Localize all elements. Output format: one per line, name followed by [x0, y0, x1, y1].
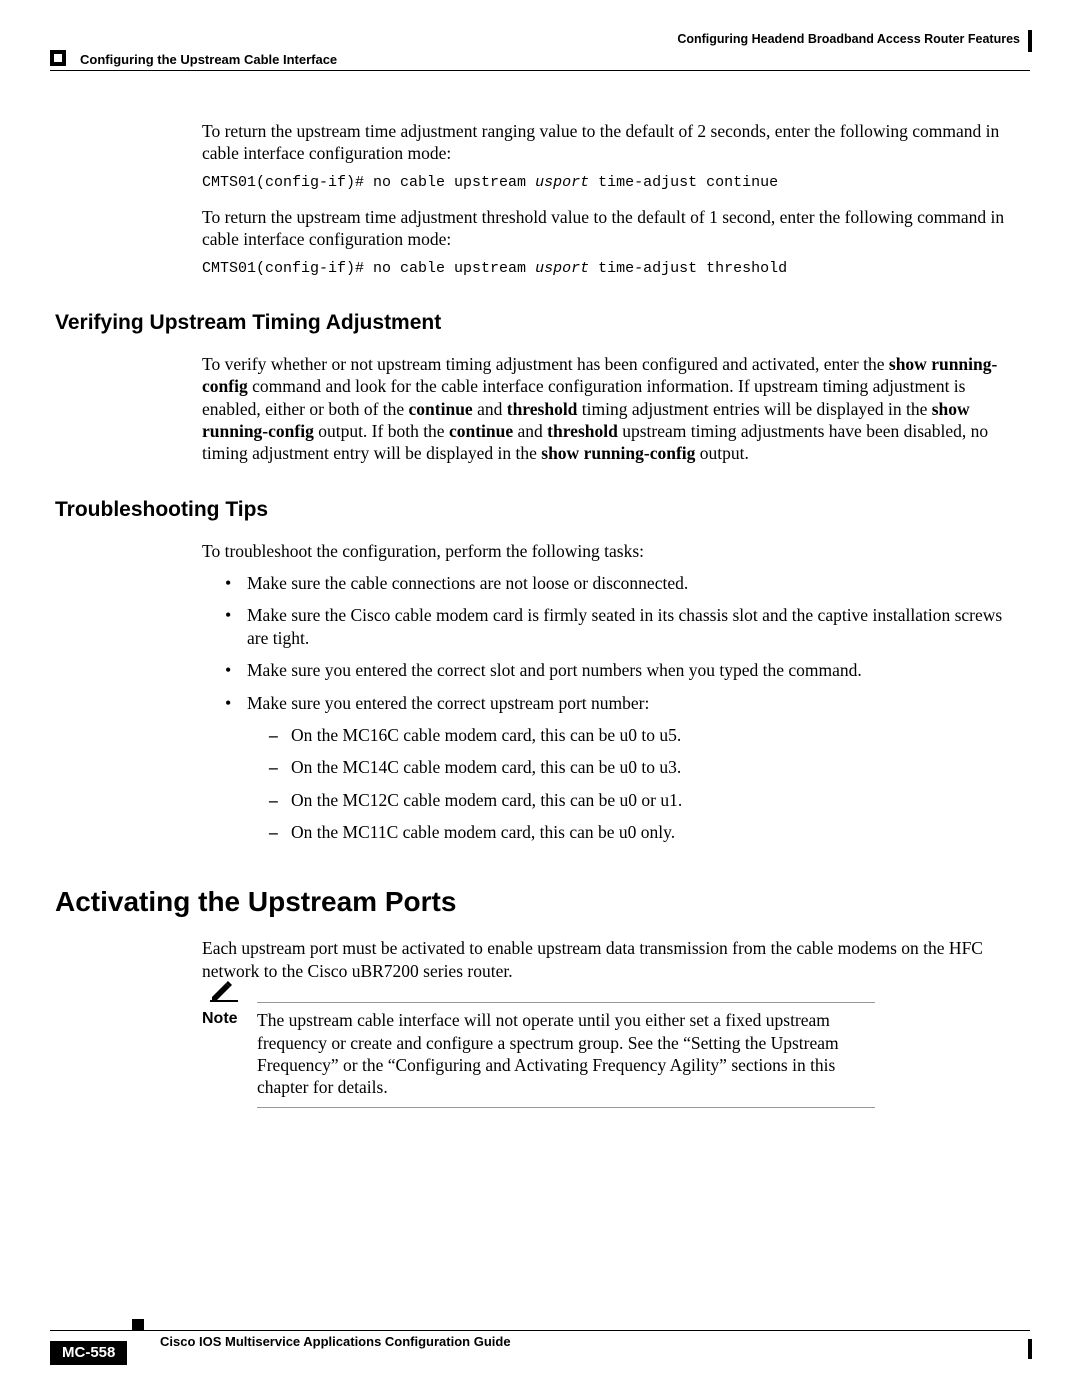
- paragraph: To return the upstream time adjustment t…: [202, 206, 1025, 251]
- header-rule-end: [1028, 30, 1032, 52]
- paragraph: To verify whether or not upstream timing…: [202, 353, 1025, 465]
- note-rule: [257, 1002, 875, 1003]
- sub-bullet-list: On the MC16C cable modem card, this can …: [269, 724, 1025, 844]
- footer-rule: Cisco IOS Multiservice Applications Conf…: [50, 1330, 1030, 1365]
- heading-2: Troubleshooting Tips: [55, 497, 1025, 524]
- cli-arg: usport: [535, 260, 589, 277]
- sub-bullet-item: On the MC14C cable modem card, this can …: [269, 756, 1025, 778]
- section-title: Configuring the Upstream Cable Interface: [80, 52, 337, 67]
- paragraph: To return the upstream time adjustment r…: [202, 120, 1025, 165]
- cli-command: CMTS01(config-if)# no cable upstream usp…: [202, 259, 1025, 278]
- header-bullet-icon: [50, 50, 66, 66]
- chapter-title: Configuring Headend Broadband Access Rou…: [677, 32, 1030, 46]
- page-header: Configuring Headend Broadband Access Rou…: [50, 34, 1030, 71]
- page: Configuring Headend Broadband Access Rou…: [0, 0, 1080, 1397]
- bullet-item: Make sure you entered the correct upstre…: [225, 692, 1025, 844]
- cli-prefix: CMTS01(config-if)# no cable upstream: [202, 260, 535, 277]
- note-label: Note: [202, 1009, 257, 1099]
- note-rule: [257, 1107, 875, 1108]
- page-content: To return the upstream time adjustment r…: [55, 120, 1025, 1108]
- footer-rule-end: [1028, 1339, 1032, 1359]
- bullet-list: Make sure the cable connections are not …: [225, 572, 1025, 844]
- heading-2: Verifying Upstream Timing Adjustment: [55, 310, 1025, 337]
- paragraph: Each upstream port must be activated to …: [202, 937, 1025, 982]
- note-pencil-icon: [210, 980, 238, 1002]
- book-title: Cisco IOS Multiservice Applications Conf…: [160, 1330, 511, 1349]
- sub-bullet-item: On the MC16C cable modem card, this can …: [269, 724, 1025, 746]
- page-number: MC-558: [50, 1341, 127, 1365]
- cli-suffix: time-adjust continue: [589, 174, 778, 191]
- note-body: The upstream cable interface will not op…: [257, 1009, 875, 1099]
- footer-bullet-icon: [132, 1319, 144, 1331]
- sub-bullet-item: On the MC12C cable modem card, this can …: [269, 789, 1025, 811]
- sub-bullet-item: On the MC11C cable modem card, this can …: [269, 821, 1025, 843]
- bullet-item: Make sure you entered the correct slot a…: [225, 659, 1025, 681]
- page-footer: Cisco IOS Multiservice Applications Conf…: [50, 1330, 1030, 1365]
- cli-prefix: CMTS01(config-if)# no cable upstream: [202, 174, 535, 191]
- note-block: Note The upstream cable interface will n…: [202, 1002, 1025, 1108]
- cli-command: CMTS01(config-if)# no cable upstream usp…: [202, 173, 1025, 192]
- cli-suffix: time-adjust threshold: [589, 260, 787, 277]
- bullet-item: Make sure the cable connections are not …: [225, 572, 1025, 594]
- bullet-item: Make sure the Cisco cable modem card is …: [225, 604, 1025, 649]
- cli-arg: usport: [535, 174, 589, 191]
- paragraph: To troubleshoot the configuration, perfo…: [202, 540, 1025, 562]
- heading-1: Activating the Upstream Ports: [55, 884, 1025, 920]
